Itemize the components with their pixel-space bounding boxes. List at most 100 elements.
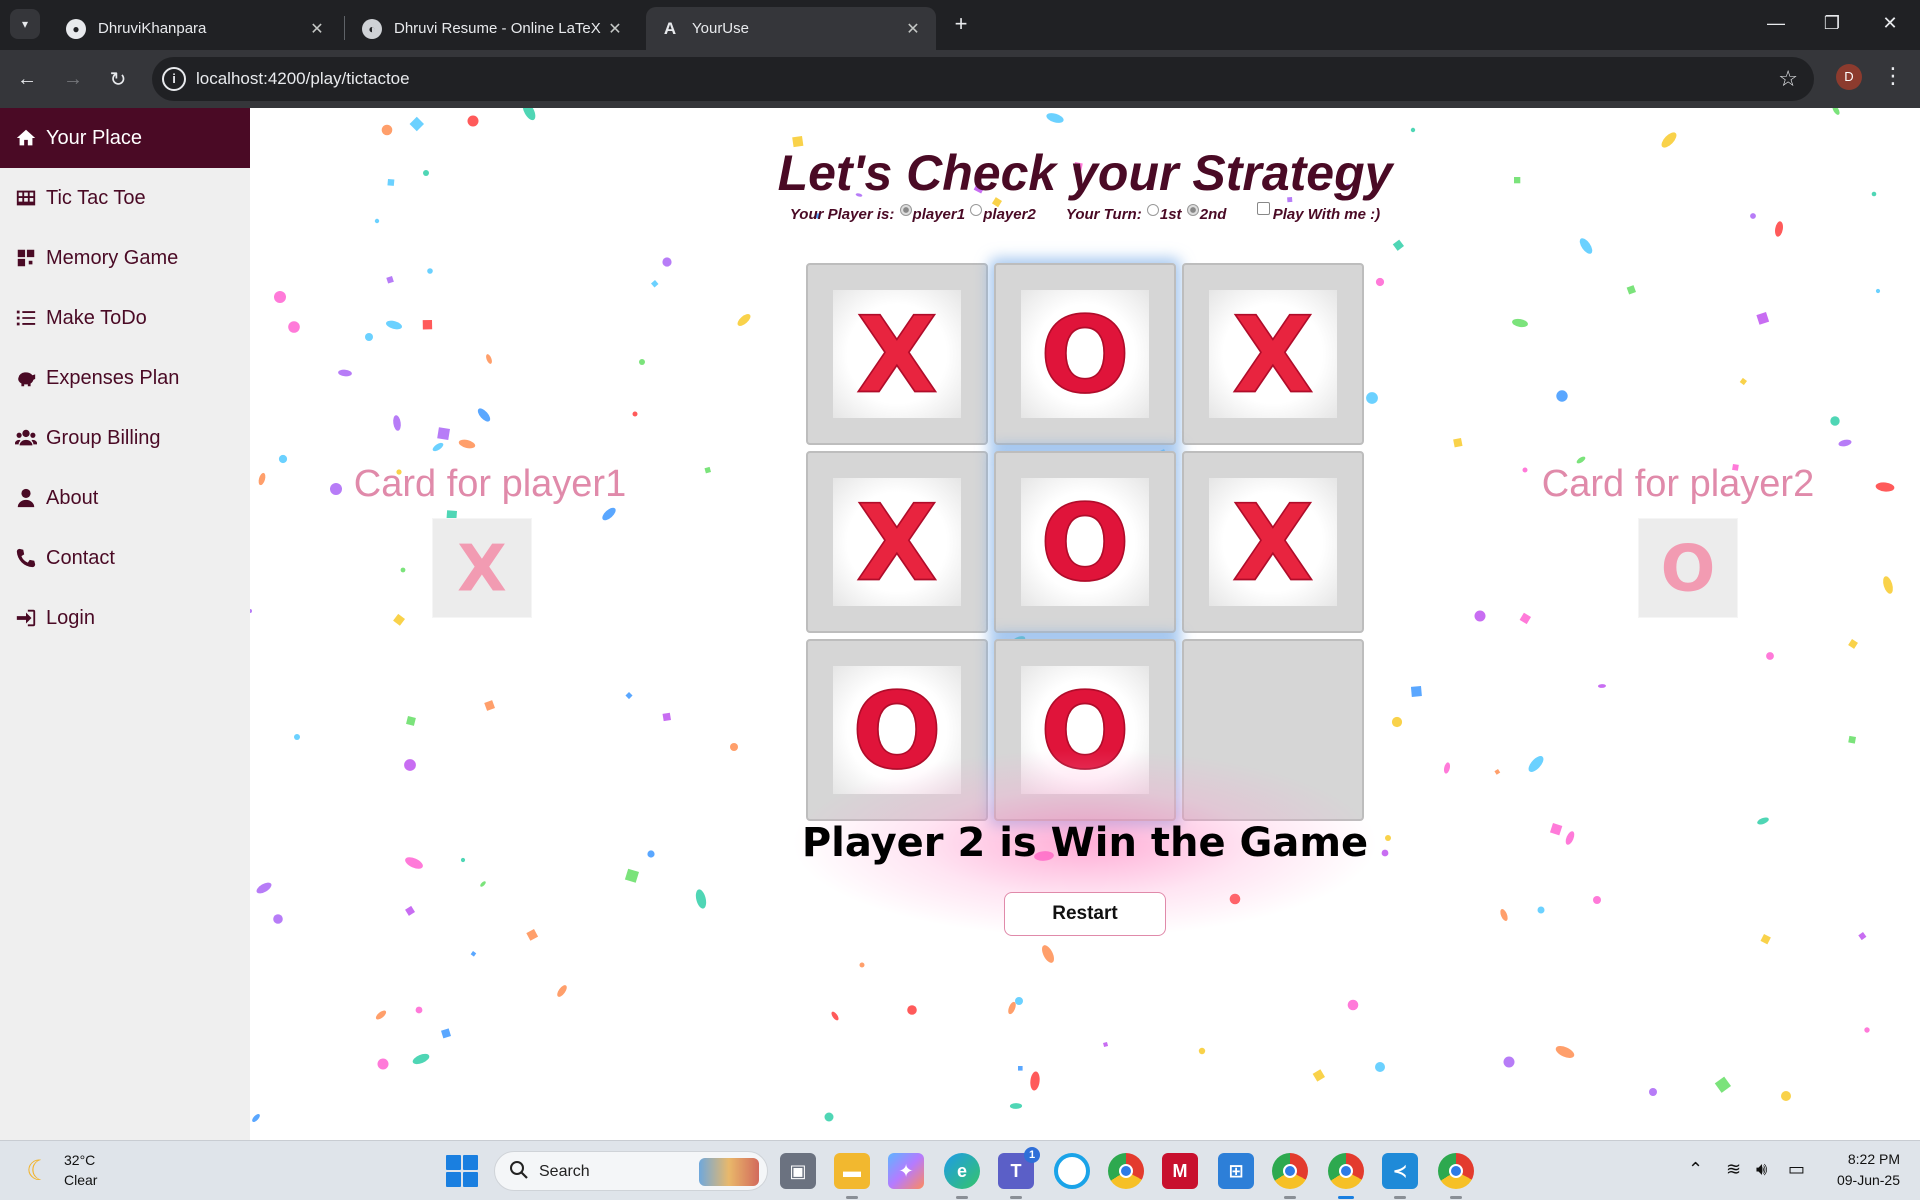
weather-moon-icon[interactable]: ☾ xyxy=(26,1154,51,1187)
search-icon xyxy=(510,1161,528,1179)
player1-card-title: Card for player1 xyxy=(353,463,627,505)
chrome-second-profile-icon[interactable] xyxy=(1438,1153,1474,1199)
sidebar-item-label: Login xyxy=(46,606,95,629)
tab-search-dropdown-icon[interactable]: ▾ xyxy=(10,9,40,39)
store-icon[interactable]: ⊞ xyxy=(1218,1153,1254,1189)
cell-mark-text: O xyxy=(1040,299,1130,409)
sidebar-item-group-billing[interactable]: Group Billing xyxy=(0,408,250,468)
browser-tab-github[interactable]: ● DhruviKhanpara ✕ xyxy=(52,7,340,50)
bookmark-star-icon[interactable]: ☆ xyxy=(1778,66,1798,92)
tray-chevron-up-icon[interactable]: ⌃ xyxy=(1688,1159,1703,1180)
first-turn-radio[interactable] xyxy=(1146,204,1159,216)
copilot-icon[interactable]: ✦ xyxy=(888,1153,924,1189)
sidebar-item-expenses-plan[interactable]: Expenses Plan xyxy=(0,348,250,408)
volume-icon[interactable]: 🔊︎ xyxy=(1756,1159,1767,1180)
second-turn-label[interactable]: 2nd xyxy=(1200,206,1227,223)
sidebar-item-label: Memory Game xyxy=(46,246,179,269)
board-cell-2[interactable]: O xyxy=(994,263,1176,445)
sidebar-item-make-todo[interactable]: Make ToDo xyxy=(0,288,250,348)
file-explorer-icon[interactable]: ▬ xyxy=(834,1153,870,1199)
second-turn-radio[interactable] xyxy=(1186,204,1199,216)
cell-mark-text: O xyxy=(1040,487,1130,597)
sidebar-item-label: Group Billing xyxy=(46,426,161,449)
restore-window-icon[interactable]: ❐ xyxy=(1804,0,1860,46)
windows-start-icon[interactable] xyxy=(446,1155,478,1187)
chrome-icon[interactable] xyxy=(1108,1153,1144,1189)
sidebar-item-about[interactable]: About xyxy=(0,468,250,528)
users-icon xyxy=(14,426,38,450)
restart-button[interactable]: Restart xyxy=(1004,892,1166,936)
cortana-icon[interactable] xyxy=(1054,1153,1090,1189)
windows-taskbar: ☾ 32°C Clear Search ▣ ▬ ✦ e T1 M ⊞ ≺ ⌃ ≋… xyxy=(0,1140,1920,1200)
board-cell-1[interactable]: X xyxy=(806,263,988,445)
url-text[interactable]: localhost:4200/play/tictactoe xyxy=(196,69,410,89)
player1-radio[interactable] xyxy=(899,204,912,216)
sidebar-item-contact[interactable]: Contact xyxy=(0,528,250,588)
task-view-icon[interactable]: ▣ xyxy=(780,1153,816,1189)
turn-label: Your Turn: xyxy=(1065,206,1142,223)
browser-toolbar: ← → ↻ i localhost:4200/play/tictactoe ☆ xyxy=(0,50,1920,108)
forward-arrow-icon[interactable]: → xyxy=(58,64,88,94)
board-cell-3[interactable]: X xyxy=(1182,263,1364,445)
angular-icon: A xyxy=(660,18,680,39)
user-icon xyxy=(14,486,38,510)
taskbar-time[interactable]: 8:22 PM xyxy=(1838,1151,1900,1167)
sign-in-icon xyxy=(14,606,38,630)
play-with-me-checkbox[interactable] xyxy=(1256,202,1270,215)
wifi-icon[interactable]: ≋ xyxy=(1726,1159,1741,1180)
minimize-window-icon[interactable]: — xyxy=(1748,0,1804,46)
browser-tab-overleaf[interactable]: ◐ Dhruvi Resume - Online LaTeX E ✕ xyxy=(348,7,638,50)
player2-mark: O xyxy=(1661,531,1716,606)
back-arrow-icon[interactable]: ← xyxy=(12,64,42,94)
battery-icon[interactable]: ▭ xyxy=(1788,1159,1805,1180)
weather-temperature[interactable]: 32°C xyxy=(64,1152,95,1168)
close-tab-icon[interactable]: ✕ xyxy=(904,19,922,39)
o-mark-icon: O xyxy=(1021,290,1149,418)
profile-avatar[interactable]: D xyxy=(1836,64,1862,90)
sidebar-item-label: Expenses Plan xyxy=(46,366,180,389)
grid-icon xyxy=(14,186,38,210)
sidebar-item-your-place[interactable]: Your Place xyxy=(0,108,250,168)
board-cell-4[interactable]: X xyxy=(806,451,988,633)
first-turn-label[interactable]: 1st xyxy=(1160,206,1182,223)
player2-option-label[interactable]: player2 xyxy=(983,206,1036,223)
sidebar-item-login[interactable]: Login xyxy=(0,588,250,648)
sidebar-item-label: Tic Tac Toe xyxy=(46,186,146,209)
address-bar[interactable]: i localhost:4200/play/tictactoe ☆ xyxy=(152,57,1814,101)
sidebar-item-tic-tac-toe[interactable]: Tic Tac Toe xyxy=(0,168,250,228)
list-icon xyxy=(14,306,38,330)
play-with-me-label[interactable]: Play With me :) xyxy=(1273,206,1380,223)
weather-condition[interactable]: Clear xyxy=(64,1172,97,1188)
close-tab-icon[interactable]: ✕ xyxy=(308,19,326,39)
close-tab-icon[interactable]: ✕ xyxy=(606,19,624,39)
site-info-icon[interactable]: i xyxy=(162,67,186,91)
search-placeholder: Search xyxy=(539,1163,590,1180)
sidebar-item-memory-game[interactable]: Memory Game xyxy=(0,228,250,288)
player1-mark: X xyxy=(457,531,507,606)
player2-card: O xyxy=(1638,518,1738,618)
mcafee-icon[interactable]: M xyxy=(1162,1153,1198,1189)
edge-browser-icon[interactable]: e xyxy=(944,1153,980,1199)
x-mark-icon: X xyxy=(1209,478,1337,606)
result-message: Player 2 is Win the Game xyxy=(801,820,1369,866)
sidebar-item-label: Contact xyxy=(46,546,115,569)
chrome-profile-icon[interactable] xyxy=(1272,1153,1308,1199)
browser-menu-icon[interactable]: ⋮ xyxy=(1880,62,1906,92)
vscode-icon[interactable]: ≺ xyxy=(1382,1153,1418,1199)
player-label: Your Player is: xyxy=(789,206,895,223)
new-tab-button[interactable]: + xyxy=(948,12,974,38)
cell-mark-text: X xyxy=(1232,487,1313,597)
taskbar-date[interactable]: 09-Jun-25 xyxy=(1822,1172,1900,1188)
player2-radio[interactable] xyxy=(970,204,983,216)
teams-icon[interactable]: T1 xyxy=(998,1147,1040,1199)
browser-tab-youruse[interactable]: A YourUse ✕ xyxy=(646,7,936,50)
board-cell-6[interactable]: X xyxy=(1182,451,1364,633)
player1-option-label[interactable]: player1 xyxy=(913,206,966,223)
reload-icon[interactable]: ↻ xyxy=(103,64,133,94)
cell-mark-text: X xyxy=(1232,299,1313,409)
sidebar-item-label: About xyxy=(46,486,99,509)
board-cell-5[interactable]: O xyxy=(994,451,1176,633)
taskbar-search[interactable]: Search xyxy=(494,1151,768,1191)
chrome-active-icon[interactable] xyxy=(1328,1153,1364,1199)
close-window-icon[interactable]: ✕ xyxy=(1862,0,1918,46)
